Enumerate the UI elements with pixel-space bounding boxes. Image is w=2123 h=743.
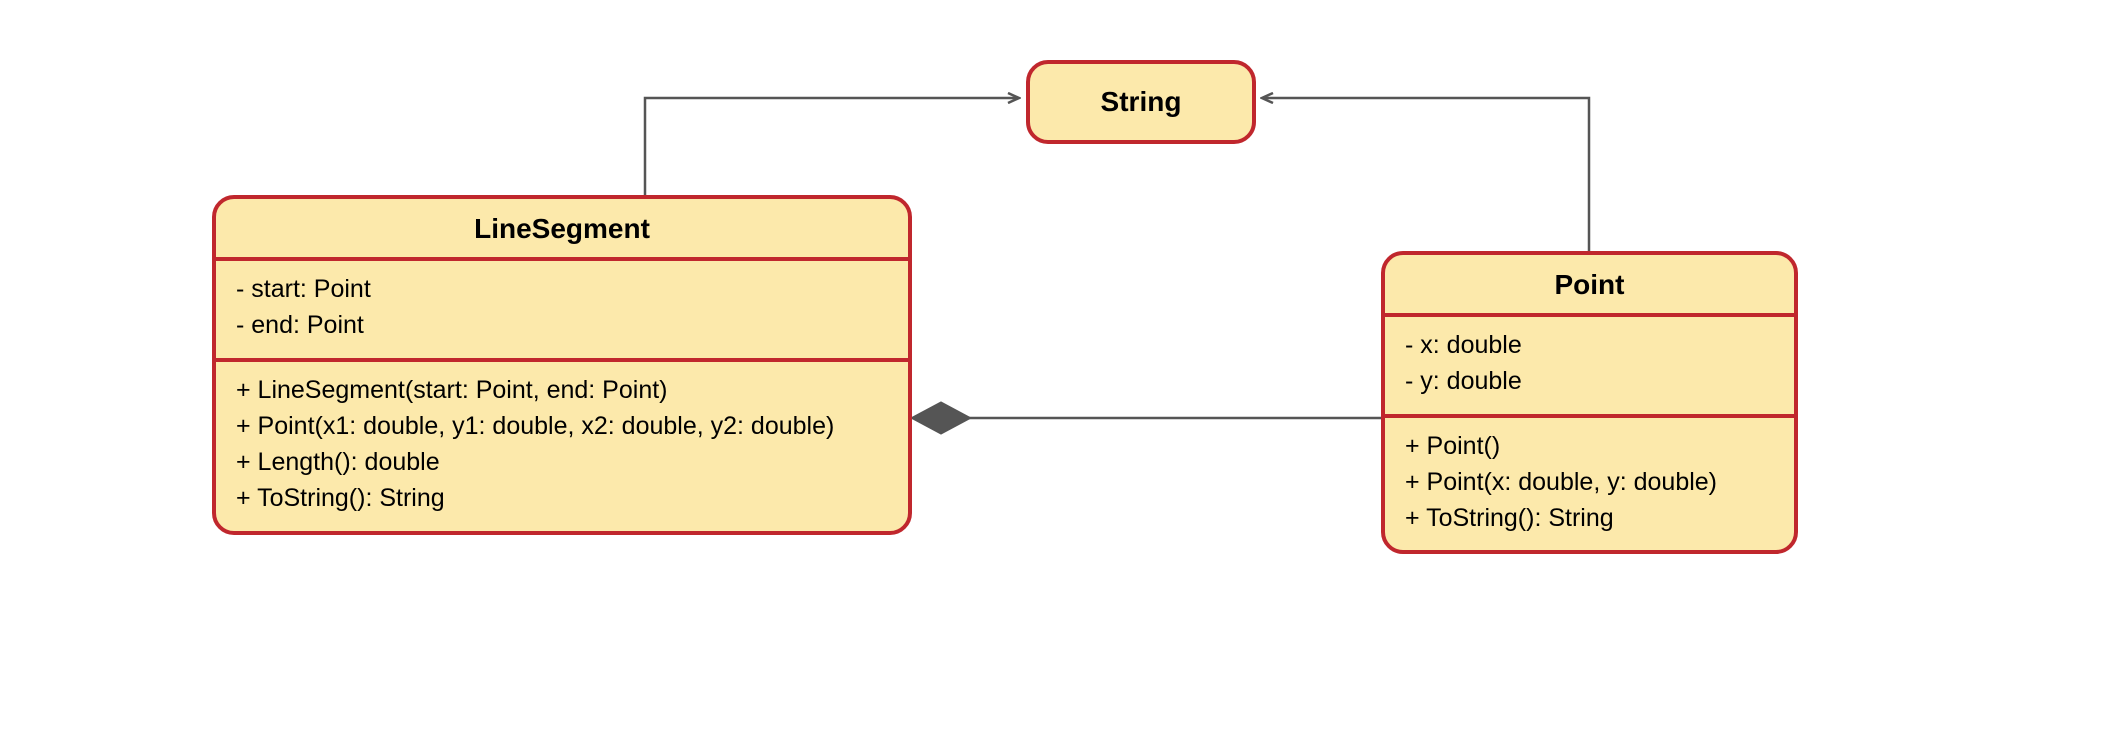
class-string: String [1026, 60, 1256, 144]
class-linesegment: LineSegment - start: Point - end: Point … [212, 195, 912, 535]
class-linesegment-methods: + LineSegment(start: Point, end: Point) … [216, 362, 908, 531]
attr-row: - x: double [1405, 327, 1774, 363]
class-point-methods: + Point() + Point(x: double, y: double) … [1385, 418, 1794, 551]
method-row: + Point(x: double, y: double) [1405, 464, 1774, 500]
class-linesegment-attributes: - start: Point - end: Point [216, 261, 908, 358]
attr-row: - y: double [1405, 363, 1774, 399]
diagram-canvas: String LineSegment - start: Point - end:… [0, 0, 2123, 743]
method-row: + LineSegment(start: Point, end: Point) [236, 372, 888, 408]
class-linesegment-title: LineSegment [216, 199, 908, 257]
class-point-attributes: - x: double - y: double [1385, 317, 1794, 414]
attr-row: - end: Point [236, 307, 888, 343]
method-row: + Length(): double [236, 444, 888, 480]
class-point: Point - x: double - y: double + Point() … [1381, 251, 1798, 554]
attr-row: - start: Point [236, 271, 888, 307]
method-row: + ToString(): String [1405, 500, 1774, 536]
class-string-title: String [1101, 86, 1182, 118]
method-row: + ToString(): String [236, 480, 888, 516]
class-point-title: Point [1385, 255, 1794, 313]
method-row: + Point(x1: double, y1: double, x2: doub… [236, 408, 888, 444]
method-row: + Point() [1405, 428, 1774, 464]
